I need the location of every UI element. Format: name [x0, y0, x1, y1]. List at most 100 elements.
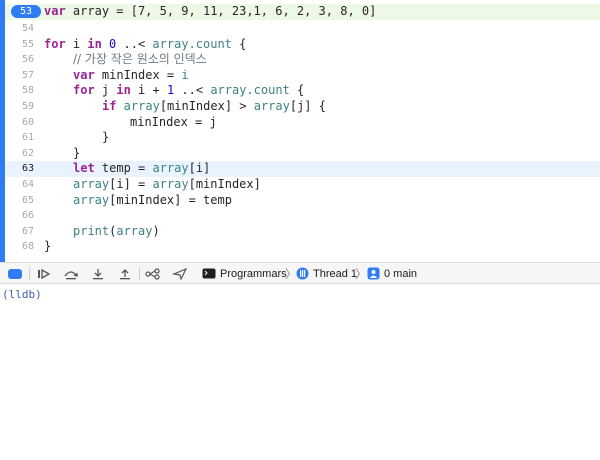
- location-arrow-icon: [172, 267, 188, 280]
- code-part: ): [152, 223, 160, 238]
- code-part: [j] {: [289, 99, 326, 113]
- keyword: in: [116, 83, 131, 98]
- current-line-badge[interactable]: 53: [11, 5, 41, 19]
- code-line-68[interactable]: 68 }: [5, 239, 600, 255]
- step-over-button[interactable]: [62, 266, 80, 281]
- continue-icon: [38, 268, 51, 279]
- keyword: var: [44, 4, 66, 18]
- code-text[interactable]: array[minIndex] = temp: [73, 193, 232, 209]
- code-line-57[interactable]: 57 var minIndex = i: [5, 68, 600, 84]
- identifier: array: [253, 99, 290, 113]
- line-number: 66: [21, 210, 34, 222]
- code-rest: = [7, 5, 9, 11, 23,1, 6, 2, 3, 8, 0]: [109, 4, 377, 18]
- code-line-62[interactable]: 62 }: [5, 146, 600, 162]
- thread-icon: [296, 267, 309, 280]
- code-text[interactable]: var minIndex = i: [73, 68, 189, 84]
- step-out-icon: [120, 268, 130, 279]
- breadcrumb-target[interactable]: Programmars: [220, 268, 287, 280]
- code-part: j: [94, 83, 117, 98]
- code-line-67[interactable]: 67 print(array): [5, 224, 600, 240]
- debug-console[interactable]: (lldb): [0, 284, 600, 460]
- identifier: array: [116, 99, 160, 113]
- code-line-53[interactable]: 53 var array = [7, 5, 9, 11, 23,1, 6, 2,…: [5, 4, 600, 20]
- code-line-59[interactable]: 59 if array[minIndex] > array[j] {: [5, 99, 600, 115]
- frame-label[interactable]: 0 main: [384, 268, 417, 280]
- line-number: 56: [21, 54, 34, 66]
- code-part: i: [65, 36, 88, 51]
- line-number: 64: [21, 179, 34, 190]
- code-part: i +: [130, 83, 167, 98]
- code-part: [minIndex]: [188, 177, 261, 191]
- code-part: [i] =: [109, 177, 153, 191]
- code-part: {: [289, 83, 305, 98]
- identifier: print: [73, 223, 110, 238]
- code-text[interactable]: }: [102, 130, 109, 146]
- simulate-location-button[interactable]: [171, 266, 189, 281]
- code-line-61[interactable]: 61 }: [5, 130, 600, 146]
- comment: // 가장 작은 원소의 인덱스: [73, 52, 207, 67]
- line-number: 62: [21, 147, 34, 159]
- code-part: [i]: [188, 161, 211, 176]
- code-part: ..<: [123, 36, 153, 51]
- code-line-66[interactable]: 66: [5, 208, 600, 224]
- identifier: array.count: [152, 36, 232, 51]
- code-line-56[interactable]: 56 // 가장 작은 원소의 인덱스: [5, 52, 600, 68]
- code-part: {: [231, 36, 247, 51]
- thread-label[interactable]: Thread 1: [313, 268, 357, 280]
- keyword: in: [87, 36, 102, 51]
- code-line-63[interactable]: 63 let temp = array[i]: [5, 161, 600, 177]
- code-text[interactable]: // 가장 작은 원소의 인덱스: [73, 52, 207, 68]
- code-text[interactable]: let temp = array[i]: [73, 161, 210, 177]
- memory-graph-icon: [145, 267, 160, 280]
- code-part: temp =: [94, 161, 153, 176]
- step-out-button[interactable]: [116, 266, 134, 281]
- code-part: [minIndex] = temp: [109, 192, 232, 207]
- line-number: 63: [21, 163, 34, 175]
- line-number: 58: [21, 85, 34, 97]
- identifier: array: [152, 161, 189, 176]
- code-text[interactable]: print(array): [73, 224, 160, 240]
- step-into-button[interactable]: [89, 266, 107, 281]
- identifier: array: [152, 177, 189, 191]
- code-text[interactable]: }: [44, 239, 51, 255]
- step-over-icon: [64, 270, 78, 279]
- step-into-icon: [93, 268, 103, 279]
- identifier: array: [73, 177, 110, 191]
- identifier: array: [116, 223, 153, 238]
- breadcrumb-thread[interactable]: Thread 1: [296, 266, 357, 281]
- code-text[interactable]: var array = [7, 5, 9, 11, 23,1, 6, 2, 3,…: [44, 4, 376, 20]
- code-part: ..<: [174, 83, 211, 98]
- debug-memory-graph-button[interactable]: [144, 266, 162, 281]
- code-editor[interactable]: 53 var array = [7, 5, 9, 11, 23,1, 6, 2,…: [0, 0, 600, 262]
- code-text[interactable]: array[i] = array[minIndex]: [73, 177, 261, 193]
- code-part: [minIndex] >: [159, 99, 254, 113]
- line-number: 57: [21, 69, 34, 81]
- code-line-54[interactable]: 54: [5, 21, 600, 37]
- lldb-prompt: (lldb): [2, 288, 42, 301]
- keyword: for: [73, 83, 95, 98]
- code-line-58[interactable]: 58 for j in i + 1 ..< array.count {: [5, 83, 600, 99]
- code-part: minIndex =: [94, 67, 182, 82]
- breadcrumb-frame[interactable]: 0 main: [367, 266, 417, 281]
- identifier: array: [72, 4, 110, 18]
- code-line-60[interactable]: 60 minIndex = j: [5, 115, 600, 131]
- toolbar-divider: [139, 267, 140, 280]
- continue-button[interactable]: [35, 266, 53, 281]
- terminal-icon: [202, 268, 216, 279]
- line-number: 60: [21, 116, 34, 128]
- toolbar-divider: [29, 267, 30, 280]
- code-line-55[interactable]: 55 for i in 0 ..< array.count {: [5, 37, 600, 53]
- code-text[interactable]: for j in i + 1 ..< array.count {: [73, 83, 304, 99]
- code-text[interactable]: }: [73, 146, 80, 162]
- line-number: 67: [21, 225, 34, 237]
- code-text[interactable]: minIndex = j: [130, 115, 217, 131]
- toggle-console-button[interactable]: [6, 266, 24, 281]
- code-line-64[interactable]: 64 array[i] = array[minIndex]: [5, 177, 600, 193]
- debug-toolbar: Programmars 〉 Thread 1 〉 0 main: [0, 262, 600, 284]
- code-line-65[interactable]: 65 array[minIndex] = temp: [5, 193, 600, 209]
- keyword: for: [44, 36, 66, 51]
- breadcrumb[interactable]: Programmars: [202, 266, 287, 281]
- code-text[interactable]: for i in 0 ..< array.count {: [44, 37, 246, 53]
- code-text[interactable]: if array[minIndex] > array[j] {: [102, 99, 326, 115]
- breadcrumb-chevron-icon: 〉: [355, 267, 368, 281]
